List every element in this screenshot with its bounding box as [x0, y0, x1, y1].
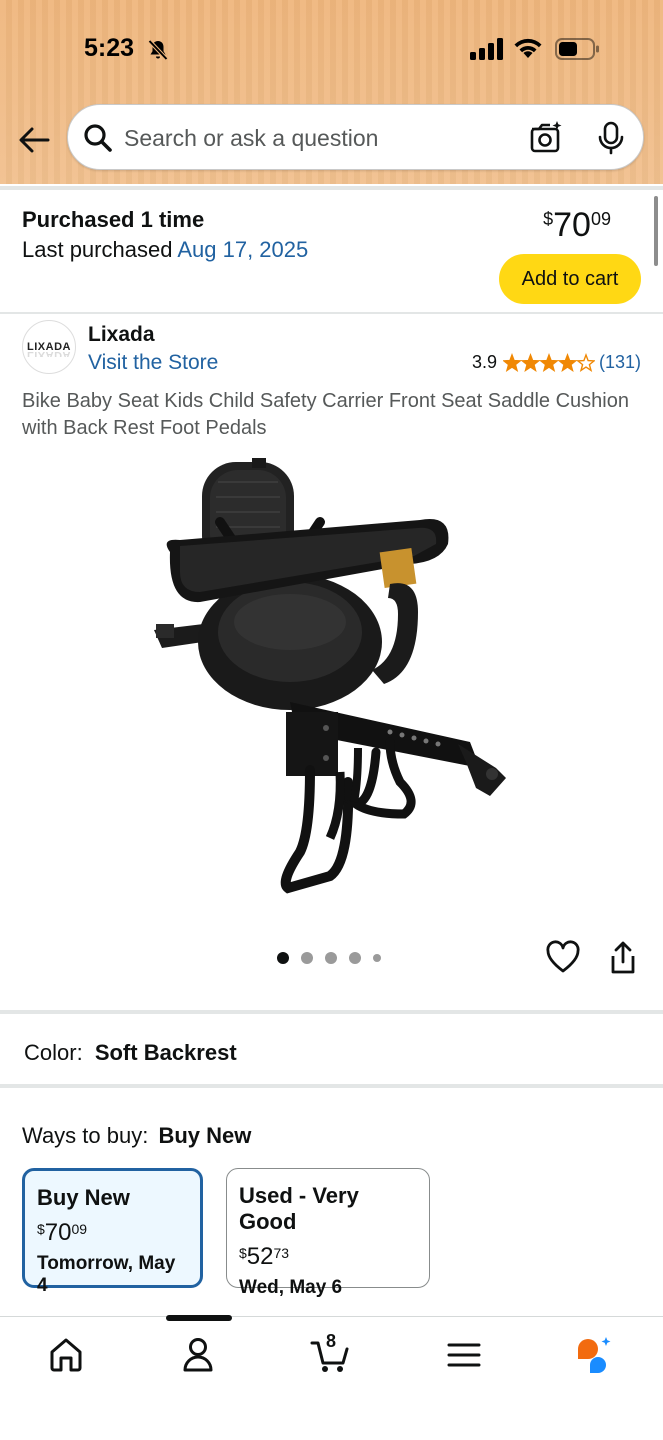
- search-input[interactable]: [124, 118, 504, 158]
- back-arrow-icon[interactable]: [16, 122, 52, 158]
- battery-icon: [555, 38, 599, 60]
- microphone-icon[interactable]: [596, 121, 626, 155]
- share-icon[interactable]: [606, 940, 640, 976]
- product-image[interactable]: [140, 452, 520, 902]
- carousel-dot[interactable]: [301, 952, 313, 964]
- scrollbar-thumb[interactable]: [654, 196, 658, 266]
- search-bar[interactable]: [67, 104, 644, 170]
- ways-to-buy-label: Ways to buy:: [22, 1123, 149, 1148]
- visit-store-link[interactable]: Visit the Store: [88, 351, 218, 375]
- last-purchased-prefix: Last purchased: [22, 237, 173, 262]
- section-divider: [0, 1084, 663, 1088]
- product-title: Bike Baby Seat Kids Child Safety Carrier…: [22, 390, 629, 439]
- star-fill: [559, 354, 575, 370]
- cart-button[interactable]: 8: [310, 1331, 350, 1375]
- header: 5:23: [0, 0, 663, 184]
- heart-icon[interactable]: [545, 940, 581, 976]
- cellular-signal-icon: [470, 38, 503, 60]
- price-currency: $: [543, 209, 554, 229]
- lixada-logo-icon: LIXADA LIXADA: [27, 341, 71, 357]
- rating-summary[interactable]: 3.9 (131): [472, 352, 641, 373]
- section-divider: [0, 1010, 663, 1014]
- store-name: Lixada: [88, 323, 155, 346]
- rating-value: 3.9: [471, 352, 497, 372]
- home-icon[interactable]: [46, 1335, 86, 1375]
- carousel-dot[interactable]: [373, 954, 381, 962]
- add-to-cart-button[interactable]: Add to cart: [499, 254, 641, 304]
- purchase-history-panel: Purchased 1 time Last purchased Aug 17, …: [0, 186, 663, 314]
- camera-lens-icon[interactable]: [528, 119, 564, 155]
- last-purchased-date[interactable]: Aug 17, 2025: [177, 237, 308, 262]
- star-fill: [522, 354, 539, 370]
- image-carousel-dots[interactable]: [277, 952, 381, 964]
- search-icon: [84, 124, 112, 152]
- cart-count-badge: 8: [326, 1331, 337, 1351]
- star-fill: [540, 354, 558, 370]
- color-label: Color:: [24, 1040, 83, 1065]
- bottom-navigation: 8: [0, 1315, 663, 1440]
- color-selection-row[interactable]: Color: Soft Backrest: [24, 1040, 237, 1066]
- price-whole: 70: [553, 206, 591, 244]
- carousel-dot[interactable]: [277, 952, 289, 964]
- wifi-icon: [514, 38, 542, 58]
- bell-muted-icon: [148, 39, 168, 61]
- active-tab-indicator: [166, 1315, 232, 1321]
- carousel-dot[interactable]: [349, 952, 361, 964]
- option-title: Used - Very Good: [239, 1183, 359, 1234]
- star-fill: [503, 354, 521, 370]
- option-delivery: Tomorrow, May 4: [37, 1253, 176, 1296]
- color-value: Soft Backrest: [94, 1040, 237, 1065]
- option-title: Buy New: [37, 1185, 130, 1210]
- status-time: 5:23: [84, 34, 135, 62]
- menu-icon[interactable]: [444, 1335, 484, 1375]
- price: $7009: [543, 206, 611, 245]
- option-price: $5273: [239, 1243, 290, 1270]
- ways-to-buy-row: Ways to buy: Buy New: [22, 1123, 251, 1149]
- rufus-assistant-icon[interactable]: [574, 1335, 614, 1375]
- buy-option-new[interactable]: Buy New $7009 Tomorrow, May 4: [22, 1168, 203, 1296]
- option-price: $7009: [37, 1219, 88, 1246]
- account-icon[interactable]: [178, 1335, 218, 1375]
- last-purchased-line: Last purchased Aug 17, 2025: [22, 237, 308, 263]
- ways-to-buy-value: Buy New: [158, 1123, 252, 1148]
- star-rating-icon: [502, 352, 595, 372]
- star-outline: [576, 352, 595, 372]
- carousel-dot[interactable]: [325, 952, 337, 964]
- rating-count[interactable]: (131): [599, 352, 641, 373]
- purchase-count-label: Purchased 1 time: [22, 207, 205, 232]
- store-logo[interactable]: LIXADA LIXADA: [22, 320, 76, 374]
- logo-reflection: LIXADA: [27, 349, 71, 357]
- option-delivery: Wed, May 6: [239, 1277, 343, 1298]
- price-fraction: 09: [590, 209, 611, 229]
- buy-option-used[interactable]: Used - Very Good $5273 Wed, May 6: [226, 1168, 430, 1298]
